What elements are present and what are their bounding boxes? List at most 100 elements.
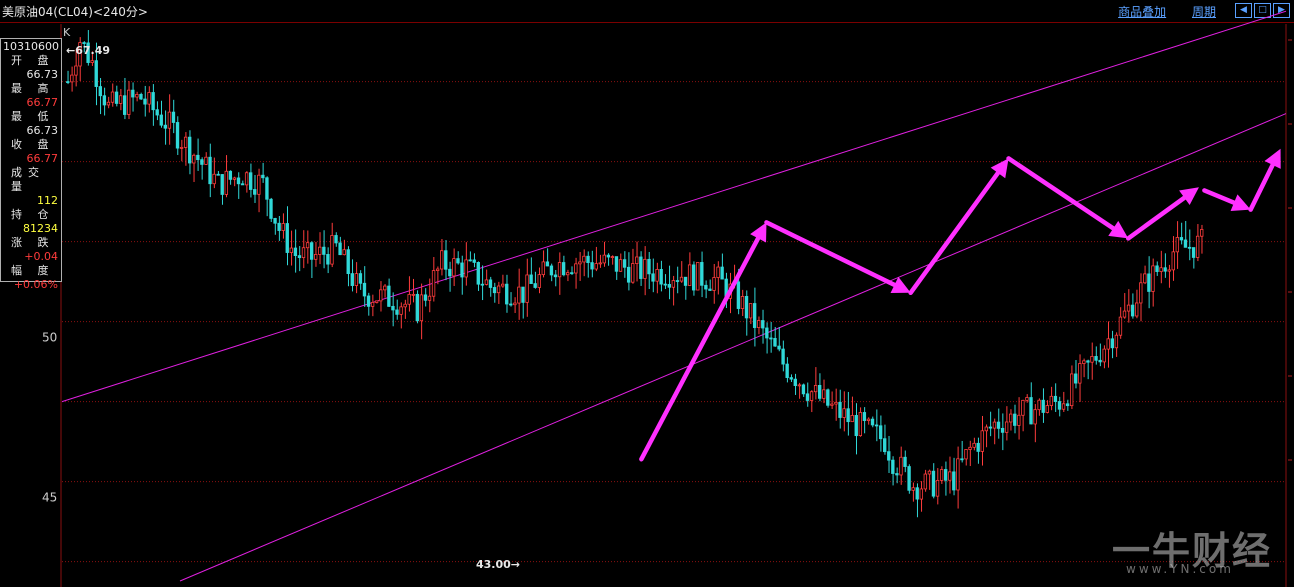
- candle-body: [781, 348, 785, 365]
- candle-body: [797, 384, 802, 387]
- candle-body: [305, 242, 310, 249]
- candle-body: [1074, 373, 1078, 384]
- candle-body: [200, 159, 204, 165]
- candle-body: [870, 418, 875, 426]
- candle-body: [387, 285, 391, 307]
- candle-body: [915, 487, 919, 500]
- candle-body: [549, 265, 554, 276]
- candle-body: [854, 415, 858, 437]
- candle-body: [269, 198, 273, 219]
- trend-arrow-head: [1179, 187, 1199, 206]
- candle-body: [740, 296, 745, 309]
- info-label: 涨 跌: [11, 236, 55, 249]
- candle-body: [423, 294, 428, 301]
- candle-body: [220, 174, 224, 195]
- candle-body: [496, 285, 501, 294]
- info-label: 幅 度: [11, 264, 55, 277]
- candle-body: [830, 403, 834, 406]
- candle-body: [452, 258, 456, 277]
- candle-body: [643, 258, 647, 279]
- candle-body: [399, 306, 403, 315]
- projection-arrow: [1202, 188, 1237, 205]
- info-value: 66.77: [26, 96, 59, 109]
- candle-body: [1167, 269, 1171, 272]
- candle-body: [1029, 397, 1033, 425]
- candle-body: [338, 242, 342, 256]
- corner-label: K: [63, 26, 71, 39]
- watermark-url: www.YN.com: [1126, 562, 1234, 576]
- candle-body: [1175, 237, 1180, 253]
- candle-body: [289, 247, 293, 253]
- candle-body: [118, 95, 123, 104]
- candle-body: [159, 114, 163, 126]
- candle-body: [297, 255, 302, 259]
- candle-body: [659, 269, 663, 285]
- candle-body: [1102, 348, 1106, 363]
- candle-body: [110, 91, 115, 103]
- candle-body: [858, 412, 862, 437]
- candle-body: [801, 384, 806, 395]
- candle-body: [1000, 427, 1005, 433]
- info-value: 66.73: [26, 68, 59, 81]
- candle-body: [805, 393, 810, 401]
- min-price-label: 43.00→: [476, 558, 520, 571]
- candle-body: [736, 281, 741, 309]
- candle-body: [606, 254, 611, 258]
- candle-body: [525, 274, 529, 303]
- candle-body: [379, 289, 383, 302]
- candle-body: [631, 263, 635, 283]
- candle-body: [935, 479, 940, 497]
- kline-chart[interactable]: 455055K←67.4943.00→: [0, 0, 1294, 587]
- candle-body: [358, 273, 363, 284]
- candle-body: [383, 285, 387, 291]
- max-price-label: ←67.49: [66, 44, 110, 57]
- candle-body: [667, 284, 671, 288]
- y-tick-label: 45: [42, 491, 57, 505]
- channel-lower-line: [179, 113, 1287, 582]
- candle-body: [712, 277, 716, 291]
- candle-body: [362, 282, 367, 297]
- candle-body: [419, 294, 424, 322]
- candle-body: [265, 177, 269, 200]
- candle-body: [1025, 397, 1029, 401]
- candle-body: [151, 92, 155, 111]
- trend-arrow: [639, 236, 761, 462]
- candle-body: [655, 269, 659, 282]
- candle-body: [842, 408, 846, 418]
- info-value: 81234: [23, 222, 58, 235]
- candle-body: [850, 415, 854, 423]
- candle-body: [602, 254, 606, 264]
- candle-body: [622, 259, 627, 268]
- candle-body: [123, 95, 127, 115]
- candle-body: [878, 425, 883, 440]
- channel-upper-line: [61, 10, 1287, 403]
- candle-body: [1009, 413, 1013, 423]
- candle-body: [248, 172, 253, 190]
- candle-body: [293, 247, 298, 256]
- candle-body: [757, 320, 761, 328]
- candle-body: [204, 156, 208, 165]
- candle-body: [964, 449, 968, 460]
- trend-arrow: [908, 170, 1001, 296]
- candle-body: [326, 254, 330, 265]
- candle-body: [188, 136, 192, 164]
- candle-body: [972, 442, 976, 448]
- candle-body: [395, 309, 399, 315]
- candle-body: [309, 242, 314, 260]
- candle-body: [1037, 399, 1041, 411]
- candle-body: [911, 487, 915, 491]
- candle-body: [1013, 413, 1017, 426]
- candle-body: [517, 286, 521, 304]
- info-value: 66.73: [26, 124, 59, 137]
- candle-body: [1082, 360, 1086, 364]
- candle-body: [240, 183, 245, 186]
- candle-body: [923, 473, 928, 490]
- candle-body: [155, 109, 159, 116]
- candle-body: [208, 156, 212, 185]
- candle-body: [748, 303, 753, 319]
- candle-body: [529, 274, 533, 284]
- candle-body: [874, 424, 879, 427]
- candle-body: [793, 378, 797, 386]
- candle-body: [1061, 403, 1066, 410]
- candle-body: [817, 384, 822, 399]
